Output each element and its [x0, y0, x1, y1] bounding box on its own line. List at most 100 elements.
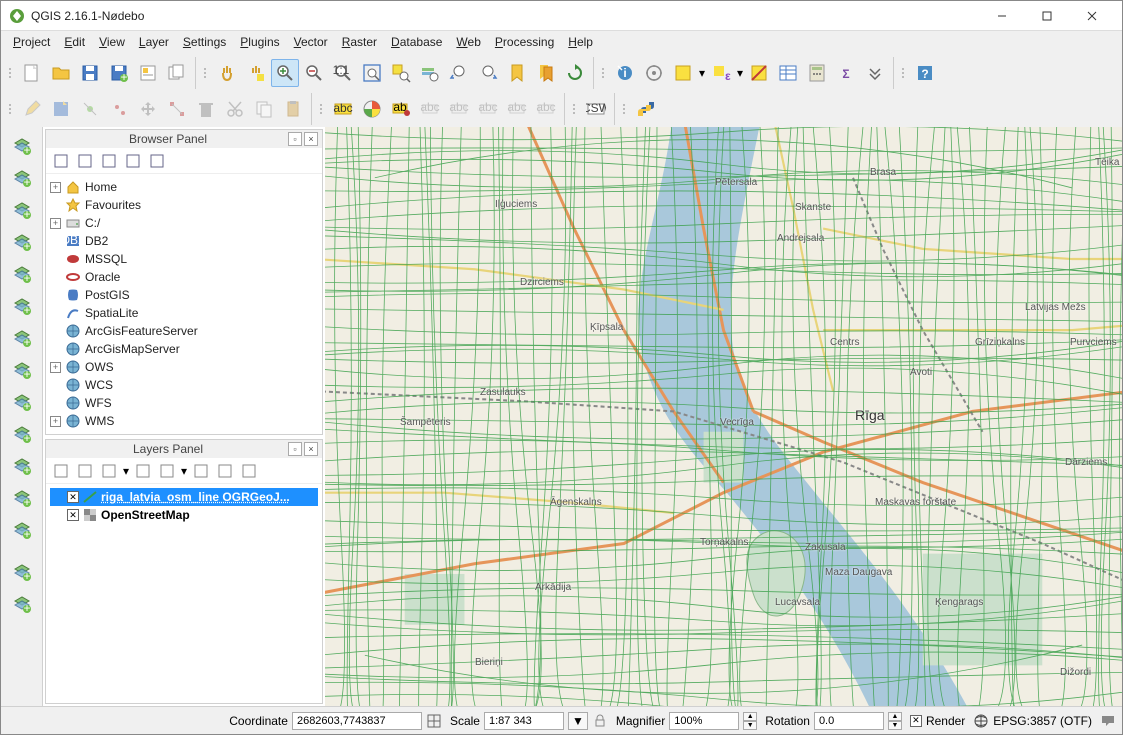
select-expr-icon[interactable]: ε [707, 59, 735, 87]
add-vector-icon[interactable]: + [6, 131, 38, 161]
browser-item-wfs[interactable]: WFS [48, 394, 320, 412]
zoom-selection-icon[interactable] [387, 59, 415, 87]
group-icon[interactable] [74, 460, 96, 482]
save-edits-icon[interactable] [47, 95, 75, 123]
python-icon[interactable] [632, 95, 660, 123]
layer-rigalatviaosmlineogr[interactable]: ✕riga_latvia_osm_line OGRGeoJ... [50, 488, 318, 506]
browser-item-mssql[interactable]: MSSQL [48, 250, 320, 268]
more-icon[interactable] [861, 59, 889, 87]
menu-help[interactable]: Help [562, 33, 599, 51]
menu-project[interactable]: Project [7, 33, 56, 51]
browser-item-arcgisfeatureserver[interactable]: ArcGisFeatureServer [48, 322, 320, 340]
magnifier-input[interactable] [669, 712, 739, 730]
browser-item-spatialite[interactable]: SpatiaLite [48, 304, 320, 322]
browser-item-wms[interactable]: +WMS [48, 412, 320, 430]
add-csv-icon[interactable]: + [6, 419, 38, 449]
properties-icon[interactable] [146, 150, 168, 172]
add-layer-icon[interactable] [50, 150, 72, 172]
menu-settings[interactable]: Settings [177, 33, 232, 51]
maximize-button[interactable] [1024, 2, 1069, 30]
magnifier-spinner[interactable]: ▲▼ [743, 712, 757, 730]
coord-input[interactable] [292, 712, 422, 730]
add-virtual-icon[interactable]: + [6, 451, 38, 481]
browser-item-home[interactable]: +Home [48, 178, 320, 196]
select-expr-icon-dropdown[interactable]: ▾ [736, 66, 744, 80]
scale-input[interactable] [484, 712, 564, 730]
help-icon[interactable]: ? [911, 59, 939, 87]
new-project-icon[interactable] [18, 59, 46, 87]
label-abc-icon[interactable]: abc [329, 95, 357, 123]
deselect-icon[interactable] [745, 59, 773, 87]
menu-web[interactable]: Web [450, 33, 486, 51]
identify-icon[interactable]: i [611, 59, 639, 87]
menu-plugins[interactable]: Plugins [234, 33, 285, 51]
filter-icon[interactable] [98, 150, 120, 172]
render-checkbox[interactable]: ✕ [910, 715, 922, 727]
browser-item-favourites[interactable]: Favourites [48, 196, 320, 214]
scale-dropdown-button[interactable]: ▼ [568, 712, 588, 730]
zoom-native-icon[interactable]: 1:1 [329, 59, 357, 87]
select-icon[interactable] [669, 59, 697, 87]
collapse2-icon[interactable] [214, 460, 236, 482]
browser-tree[interactable]: +HomeFavourites+C:/DB2DB2MSSQLOraclePost… [46, 174, 322, 434]
save-project-icon[interactable] [76, 59, 104, 87]
new-bookmark-icon[interactable] [503, 59, 531, 87]
add-wms-icon[interactable]: + [6, 323, 38, 353]
menu-view[interactable]: View [93, 33, 131, 51]
stats-icon[interactable]: Σ [832, 59, 860, 87]
menu-edit[interactable]: Edit [58, 33, 91, 51]
pan-selection-icon[interactable] [242, 59, 270, 87]
messages-icon[interactable] [1100, 713, 1116, 729]
style-icon[interactable] [50, 460, 72, 482]
add-db2-icon[interactable]: + [6, 291, 38, 321]
zoom-out-icon[interactable] [300, 59, 328, 87]
add-spatialite-icon[interactable]: + [6, 195, 38, 225]
select-icon-dropdown[interactable]: ▾ [698, 66, 706, 80]
label-pin-icon[interactable]: ab [387, 95, 415, 123]
new-spatialite-icon[interactable]: + [6, 515, 38, 545]
visibility-icon[interactable] [98, 460, 120, 482]
add-point-icon[interactable] [105, 95, 133, 123]
browser-item-postgis[interactable]: PostGIS [48, 286, 320, 304]
remove-icon[interactable] [238, 460, 260, 482]
menu-raster[interactable]: Raster [336, 33, 383, 51]
menu-processing[interactable]: Processing [489, 33, 560, 51]
layer-openstreetmap[interactable]: ✕OpenStreetMap [50, 506, 318, 524]
add-postgis-icon[interactable]: + [6, 227, 38, 257]
toggle-edit-icon[interactable] [18, 95, 46, 123]
label-tool4-icon[interactable]: abc [503, 95, 531, 123]
zoom-layer-icon[interactable] [416, 59, 444, 87]
zoom-next-icon[interactable] [474, 59, 502, 87]
refresh-browser-icon[interactable] [74, 150, 96, 172]
label-tool3-icon[interactable]: abc [474, 95, 502, 123]
zoom-last-icon[interactable] [445, 59, 473, 87]
filter2-icon[interactable] [132, 460, 154, 482]
browser-panel-close-button[interactable]: × [304, 132, 318, 146]
add-wfs-icon[interactable]: + [6, 387, 38, 417]
browser-item-arcgismapserver[interactable]: ArcGisMapServer [48, 340, 320, 358]
browser-item-db2[interactable]: DB2DB2 [48, 232, 320, 250]
layers-panel-restore-button[interactable]: ▫ [288, 442, 302, 456]
add-raster-icon[interactable]: + [6, 163, 38, 193]
composer-manager-icon[interactable] [163, 59, 191, 87]
copy-icon[interactable] [250, 95, 278, 123]
menu-database[interactable]: Database [385, 33, 448, 51]
menu-layer[interactable]: Layer [133, 33, 175, 51]
bookmarks-icon[interactable] [532, 59, 560, 87]
label-tool5-icon[interactable]: abc [532, 95, 560, 123]
rotation-input[interactable] [814, 712, 884, 730]
browser-item-c[interactable]: +C:/ [48, 214, 320, 232]
toggle-extents-icon[interactable] [426, 713, 442, 729]
map-canvas[interactable]: RīgaIļģuciemsAndrejsalaPētersalaSkansteT… [325, 127, 1122, 706]
layers-panel-close-button[interactable]: × [304, 442, 318, 456]
rotation-spinner[interactable]: ▲▼ [888, 712, 902, 730]
cut-icon[interactable] [221, 95, 249, 123]
expand-icon[interactable] [190, 460, 212, 482]
grass-icon[interactable]: + [6, 589, 38, 619]
label-tool2-icon[interactable]: abc [445, 95, 473, 123]
gps-icon[interactable]: + [6, 557, 38, 587]
add-feature-icon[interactable] [76, 95, 104, 123]
refresh-icon[interactable] [561, 59, 589, 87]
csw-icon[interactable]: CSW [582, 95, 610, 123]
move-feature-icon[interactable] [134, 95, 162, 123]
